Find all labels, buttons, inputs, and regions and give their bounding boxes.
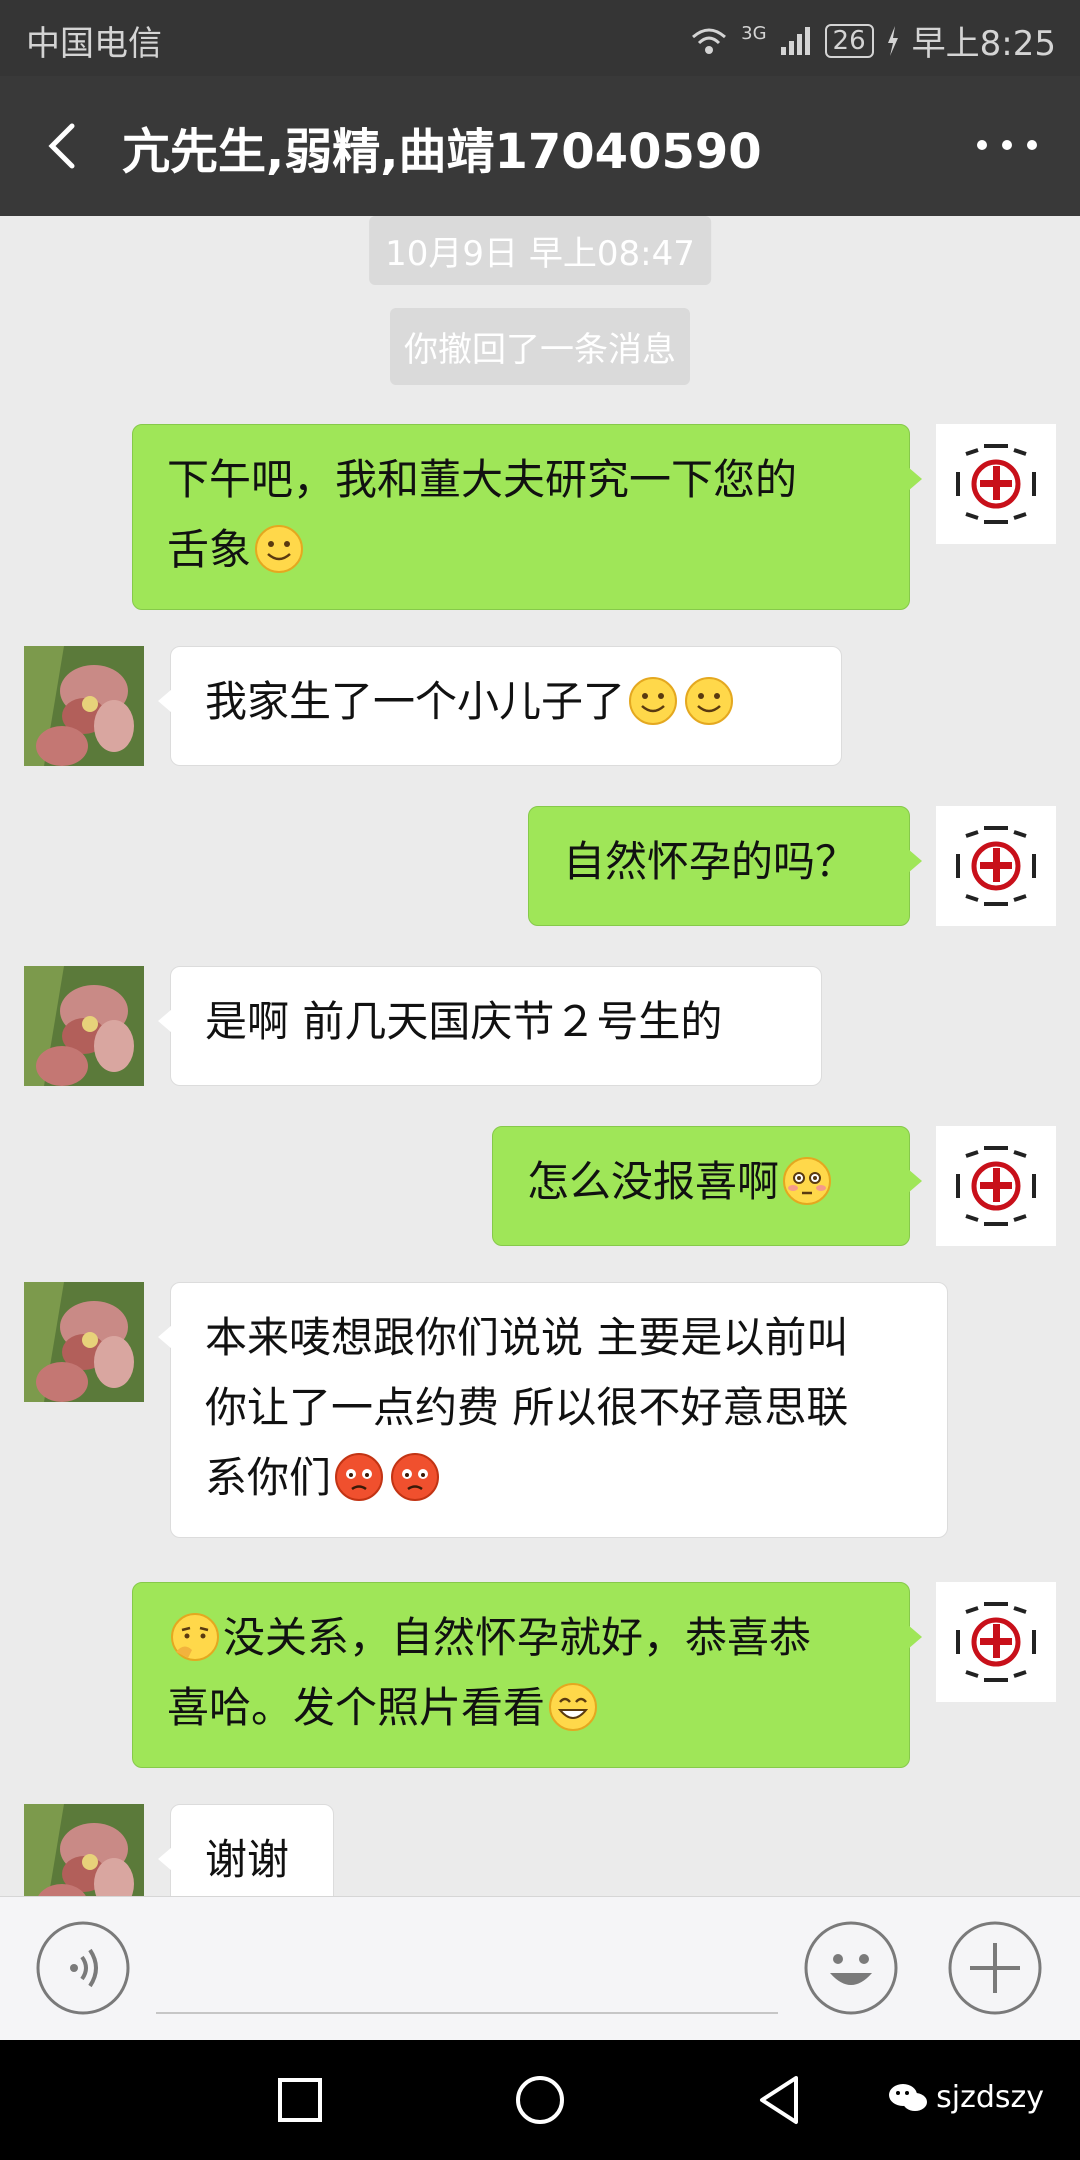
bagua-logo-icon [936, 1582, 1056, 1702]
message-text: 你让了一点约费 所以很不好意思联 [205, 1383, 849, 1432]
status-icons: 3G 26 早上8:25 [689, 16, 1056, 65]
bagua-logo-icon [936, 424, 1056, 544]
timestamp-label: 10月9日 早上08:47 [369, 216, 711, 285]
watermark-text: sjzdszy [936, 2080, 1044, 2115]
input-bar [0, 1896, 1080, 2041]
signal-icon [780, 26, 810, 55]
my-avatar[interactable] [936, 424, 1056, 544]
message-row: 怎么没报喜啊 [0, 1126, 1080, 1248]
message-bubble[interactable]: 是啊 前几天国庆节２号生的 [158, 966, 822, 1086]
smiley-icon[interactable] [804, 1921, 898, 2015]
my-avatar[interactable] [936, 1126, 1056, 1246]
chat-title: 亢先生,弱精,曲靖17040590 [122, 124, 762, 180]
smile-emoji-icon [629, 677, 678, 725]
system-nav-bar: sjzdszy [0, 2040, 1080, 2160]
clock: 早上8:25 [911, 24, 1056, 64]
message-text: 自然怀孕的吗？ [563, 837, 858, 886]
message-text: 舌象 [167, 525, 252, 574]
orchid-photo-icon [24, 1282, 144, 1402]
message-text: 系你们 [205, 1453, 332, 1502]
my-avatar[interactable] [936, 806, 1056, 926]
message-row: 谢谢 [0, 1804, 1080, 1896]
message-text: 我家生了一个小儿子了 [205, 677, 626, 726]
chat-area[interactable]: 10月9日 早上08:47 你撤回了一条消息 下午吧，我和董大夫研究一下您的 舌… [0, 216, 1080, 1896]
message-bubble[interactable]: 没关系，自然怀孕就好，恭喜恭 喜哈。发个照片看看 [132, 1582, 922, 1768]
message-text: 下午吧，我和董大夫研究一下您的 [167, 455, 798, 504]
message-bubble[interactable]: 本来唛想跟你们说说 主要是以前叫 你让了一点约费 所以很不好意思联 系你们 [158, 1282, 948, 1538]
smile-emoji-icon [685, 677, 734, 725]
carrier-label: 中国电信 [26, 24, 162, 64]
orchid-photo-icon [24, 646, 144, 766]
contact-avatar[interactable] [24, 1804, 144, 1896]
grin-emoji-icon [549, 1683, 598, 1731]
message-text: 没关系，自然怀孕就好，恭喜恭 [223, 1613, 812, 1662]
message-row: 没关系，自然怀孕就好，恭喜恭 喜哈。发个照片看看 [0, 1582, 1080, 1772]
message-row: 是啊 前几天国庆节２号生的 [0, 966, 1080, 1088]
message-text: 谢谢 [205, 1835, 290, 1884]
network-type: 3G [741, 23, 767, 44]
message-row: 我家生了一个小儿子了 [0, 646, 1080, 768]
home-icon[interactable] [512, 2072, 568, 2128]
message-bubble[interactable]: 自然怀孕的吗？ [528, 806, 922, 926]
flushed-emoji-icon [783, 1157, 832, 1205]
message-text: 本来唛想跟你们说说 主要是以前叫 [205, 1313, 849, 1362]
back-triangle-icon[interactable] [752, 2072, 808, 2128]
message-row: 本来唛想跟你们说说 主要是以前叫 你让了一点约费 所以很不好意思联 系你们 [0, 1282, 1080, 1542]
watermark: sjzdszy [888, 2080, 1044, 2115]
orchid-photo-icon [24, 966, 144, 1086]
thinking-emoji-icon [171, 1613, 219, 1661]
contact-avatar[interactable] [24, 646, 144, 766]
battery-indicator: 26 [824, 23, 874, 58]
smile-emoji-icon [255, 525, 304, 573]
message-text: 喜哈。发个照片看看 [167, 1683, 546, 1732]
my-avatar[interactable] [936, 1582, 1056, 1702]
angry-emoji-icon [391, 1453, 440, 1501]
message-bubble[interactable]: 谢谢 [158, 1804, 334, 1896]
message-row: 自然怀孕的吗？ [0, 806, 1080, 928]
recent-apps-icon[interactable] [272, 2072, 328, 2128]
message-row: 下午吧，我和董大夫研究一下您的 舌象 [0, 424, 1080, 614]
message-text: 是啊 前几天国庆节２号生的 [205, 997, 723, 1046]
bagua-logo-icon [936, 1126, 1056, 1246]
message-bubble[interactable]: 下午吧，我和董大夫研究一下您的 舌象 [132, 424, 922, 610]
more-options-icon[interactable] [972, 120, 1042, 170]
recall-notice: 你撤回了一条消息 [390, 308, 690, 385]
bagua-logo-icon [936, 806, 1056, 926]
contact-avatar[interactable] [24, 1282, 144, 1402]
status-bar: 中国电信 3G 26 早上8:25 [0, 0, 1080, 76]
chat-header: 亢先生,弱精,曲靖17040590 [0, 76, 1080, 216]
message-input[interactable] [156, 2012, 778, 2014]
wifi-icon [692, 28, 727, 54]
message-bubble[interactable]: 怎么没报喜啊 [492, 1126, 922, 1246]
plus-icon[interactable] [948, 1921, 1042, 2015]
charging-icon [887, 25, 898, 56]
back-arrow-icon[interactable] [36, 118, 92, 174]
orchid-photo-icon [24, 1804, 144, 1896]
message-text: 怎么没报喜啊 [527, 1157, 780, 1206]
angry-emoji-icon [335, 1453, 384, 1501]
message-bubble[interactable]: 我家生了一个小儿子了 [158, 646, 842, 766]
contact-avatar[interactable] [24, 966, 144, 1086]
wechat-logo-icon [889, 2083, 928, 2111]
voice-icon[interactable] [36, 1921, 130, 2015]
